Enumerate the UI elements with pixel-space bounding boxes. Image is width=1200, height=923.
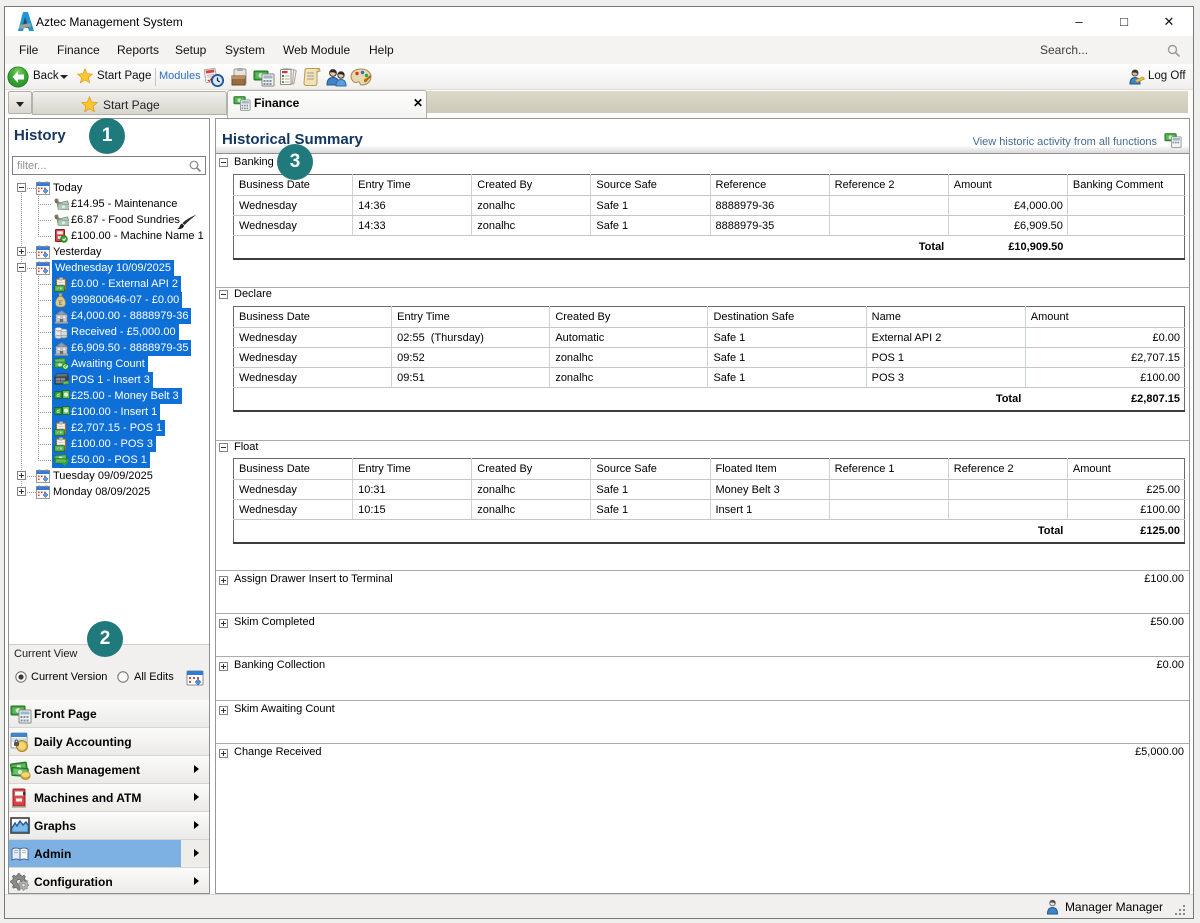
svg-text:d: d bbox=[57, 393, 60, 399]
svg-text:d: d bbox=[57, 409, 60, 415]
